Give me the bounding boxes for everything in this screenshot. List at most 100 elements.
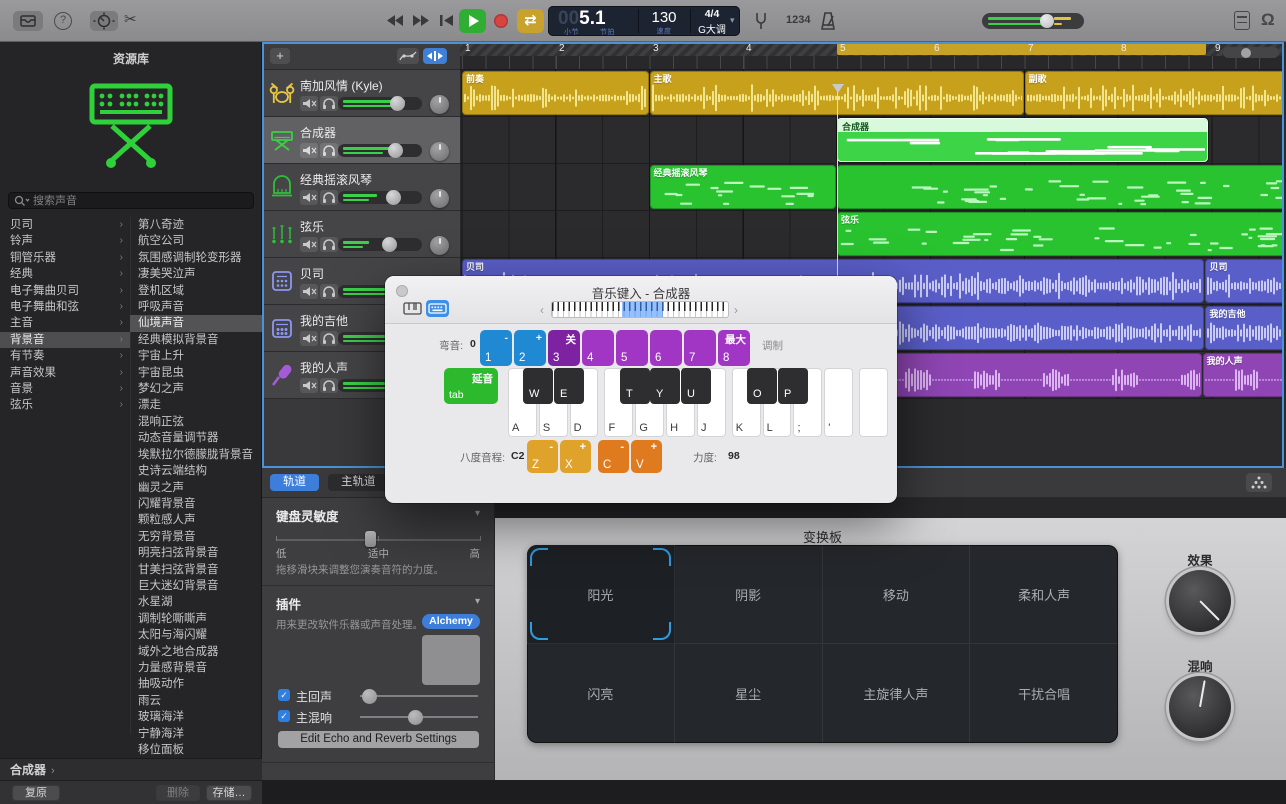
octave-left-arrow[interactable]: ‹: [540, 303, 544, 317]
track-name[interactable]: 贝司: [300, 265, 324, 282]
library-sound-item[interactable]: 仙境声音: [130, 315, 262, 331]
notepad-icon[interactable]: [1234, 11, 1250, 30]
library-category-item[interactable]: 有节奏›: [0, 348, 130, 364]
transform-pad-cell[interactable]: 移动: [823, 545, 971, 644]
library-sound-item[interactable]: 混响正弦: [130, 414, 262, 430]
octave-velocity-key[interactable]: +V: [631, 440, 662, 473]
library-sound-item[interactable]: 埃默拉尔德朦胧背景音: [130, 447, 262, 463]
mute-button[interactable]: [300, 237, 318, 252]
white-key[interactable]: ': [824, 368, 853, 437]
bend-mod-key[interactable]: 7: [684, 330, 716, 366]
mute-button[interactable]: [300, 378, 318, 393]
library-category-item[interactable]: 铜管乐器›: [0, 250, 130, 266]
library-sound-item[interactable]: 无穷背景音: [130, 529, 262, 545]
transform-pad-cell[interactable]: 阴影: [675, 545, 823, 644]
track-volume-slider[interactable]: [338, 144, 422, 157]
bend-mod-key[interactable]: 关3: [548, 330, 580, 366]
plugin-slot[interactable]: [422, 635, 480, 685]
transform-pad-cell[interactable]: 干扰合唱: [970, 644, 1118, 743]
transform-pad-cell[interactable]: 闪亮: [527, 644, 675, 743]
track-header-synth[interactable]: 合成器: [262, 117, 460, 164]
cycle-region[interactable]: [837, 42, 1206, 55]
octave-right-arrow[interactable]: ›: [734, 303, 738, 317]
lcd-display[interactable]: 005.1 小节 节拍 130 速度 4/4 G大调 ▾: [548, 6, 740, 36]
region-drums[interactable]: 前奏: [462, 71, 649, 115]
library-sound-item[interactable]: 玻璃海洋: [130, 709, 262, 725]
patch-breadcrumb[interactable]: 合成器›: [0, 758, 262, 780]
echo-slider-knob[interactable]: [362, 689, 377, 704]
black-key[interactable]: E: [554, 368, 584, 404]
black-key[interactable]: O: [747, 368, 777, 404]
sensitivity-slider-knob[interactable]: [365, 531, 376, 547]
region-synth-selected[interactable]: 合成器: [837, 118, 1208, 162]
sound-search-field[interactable]: [8, 192, 254, 209]
library-sound-item[interactable]: 太阳与海闪耀: [130, 627, 262, 643]
octave-velocity-key[interactable]: -Z: [527, 440, 558, 473]
metronome-icon[interactable]: [818, 10, 838, 37]
library-category-item[interactable]: 贝司›: [0, 217, 130, 233]
pan-knob[interactable]: [430, 95, 449, 114]
smart-controls-pad-button[interactable]: [1246, 473, 1272, 492]
track-volume-slider[interactable]: [338, 97, 422, 110]
effect-knob[interactable]: [1169, 570, 1231, 632]
region-guitar[interactable]: 我的吉他: [1205, 306, 1284, 350]
library-sound-item[interactable]: 史诗云端结构: [130, 463, 262, 479]
musical-typing-window[interactable]: 音乐键入 - 合成器 ‹ › 弯音: 0 -1+2关34567最大8 调制 延音…: [385, 276, 897, 503]
scissors-icon[interactable]: ✂: [124, 10, 137, 28]
library-sound-item[interactable]: 力量感背景音: [130, 660, 262, 676]
search-input[interactable]: [33, 193, 248, 208]
library-sound-item[interactable]: 水星湖: [130, 594, 262, 610]
library-sound-item[interactable]: 航空公司: [130, 233, 262, 249]
save-button[interactable]: 存储…: [206, 785, 252, 801]
smart-controls-button[interactable]: [90, 11, 118, 31]
region-strings[interactable]: 弦乐: [837, 212, 1284, 256]
library-sound-item[interactable]: 登机区域: [130, 283, 262, 299]
lcd-key[interactable]: G大调: [692, 21, 732, 36]
transform-pad-cell[interactable]: 阳光: [527, 545, 675, 644]
reverb-knob[interactable]: [1169, 676, 1231, 738]
echo-checkbox[interactable]: ✓: [278, 689, 290, 701]
library-sound-item[interactable]: 巨大迷幻背景音: [130, 578, 262, 594]
sustain-key[interactable]: 延音 tab: [444, 368, 498, 404]
solo-button[interactable]: [320, 143, 338, 158]
library-category-item[interactable]: 背景音›: [0, 332, 130, 348]
solo-button[interactable]: [320, 190, 338, 205]
chevron-down-icon[interactable]: ▾: [730, 15, 735, 26]
lcd-tempo[interactable]: 130: [640, 9, 688, 26]
region-organ[interactable]: [837, 165, 1284, 209]
bend-mod-key[interactable]: 6: [650, 330, 682, 366]
mini-keyboard-strip[interactable]: [552, 302, 728, 317]
tab-master[interactable]: 主轨道: [328, 474, 389, 491]
black-key[interactable]: T: [620, 368, 650, 404]
add-track-button[interactable]: +: [270, 48, 290, 64]
timeline-ruler[interactable]: 1 2 3 4 5 6 7 8 9: [460, 42, 1284, 70]
pan-knob[interactable]: [430, 189, 449, 208]
solo-button[interactable]: [320, 331, 338, 346]
window-titlebar[interactable]: 音乐键入 - 合成器 ‹ ›: [385, 276, 897, 324]
library-sound-item[interactable]: 氛围感调制轮变形器: [130, 250, 262, 266]
loop-browser-icon[interactable]: Ω: [1261, 10, 1275, 30]
black-key[interactable]: P: [778, 368, 808, 404]
reverb-slider-knob[interactable]: [408, 710, 423, 725]
bend-mod-key[interactable]: 4: [582, 330, 614, 366]
revert-button[interactable]: 复原: [12, 785, 60, 801]
library-category-item[interactable]: 铃声›: [0, 233, 130, 249]
region-vocals[interactable]: 我的人声: [1203, 353, 1284, 397]
tuner-icon[interactable]: [752, 11, 770, 36]
library-sound-item[interactable]: 梦幻之声: [130, 381, 262, 397]
go-to-beginning-button[interactable]: [440, 14, 453, 27]
track-name[interactable]: 我的人声: [300, 359, 348, 376]
automation-button[interactable]: [397, 48, 419, 64]
bend-mod-key[interactable]: 5: [616, 330, 648, 366]
library-sound-item[interactable]: 第八奇迹: [130, 217, 262, 233]
library-category-item[interactable]: 电子舞曲贝司›: [0, 283, 130, 299]
library-sound-item[interactable]: 宁静海洋: [130, 726, 262, 742]
mute-button[interactable]: [300, 284, 318, 299]
piano-view-button[interactable]: [401, 300, 424, 317]
transform-pad-cell[interactable]: 主旋律人声: [823, 644, 971, 743]
library-category-item[interactable]: 经典›: [0, 266, 130, 282]
library-sound-item[interactable]: 颗粒感人声: [130, 512, 262, 528]
library-sound-item[interactable]: 域外之地合成器: [130, 644, 262, 660]
lcd-time-signature[interactable]: 4/4: [692, 8, 732, 20]
edit-echo-reverb-button[interactable]: Edit Echo and Reverb Settings: [278, 731, 479, 748]
